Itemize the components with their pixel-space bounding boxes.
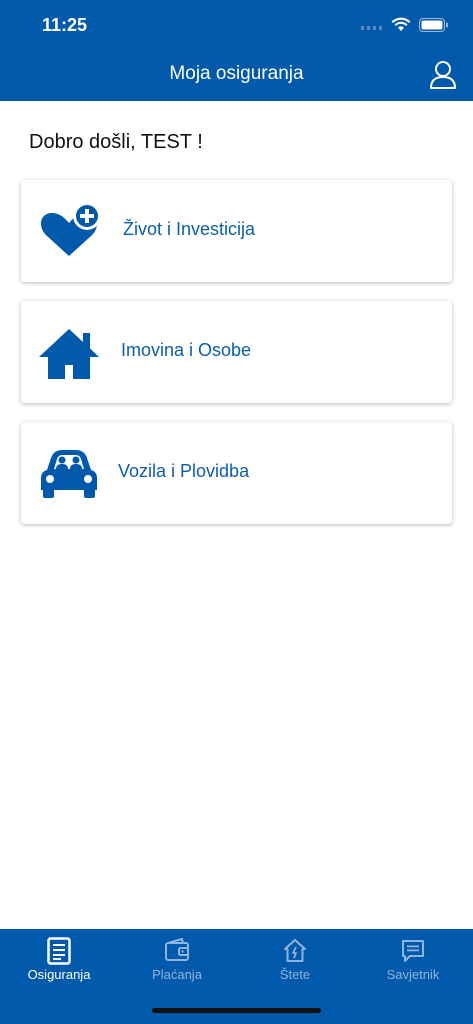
category-card-life-investment[interactable]: Život i Investicija [21,180,452,282]
battery-icon [419,17,448,32]
wifi-icon [391,17,411,31]
tab-label: Štete [279,967,311,982]
category-card-property-persons[interactable]: Imovina i Osobe [21,301,452,403]
tab-placanja[interactable]: Plaćanja [118,929,236,989]
wallet-icon [165,937,189,961]
signal-icon [361,25,382,30]
category-label: Život i Investicija [123,219,256,239]
tab-label: Osiguranja [27,967,91,982]
profile-button[interactable] [429,60,457,90]
tab-label: Savjetnik [386,967,440,982]
status-bar: 11:25 [0,0,473,50]
user-icon [430,61,456,89]
app-header: 11:25 Moja osiguranja [0,0,473,101]
tab-savjetnik[interactable]: Savjetnik [354,929,472,989]
home-indicator [152,1008,321,1013]
tab-osiguranja[interactable]: Osiguranja [0,929,118,989]
car-icon [41,450,97,498]
tab-label: Plaćanja [152,967,202,982]
status-icons [361,17,449,32]
chat-icon [402,940,424,962]
category-card-vehicles-boating[interactable]: Vozila i Plovidba [21,422,452,524]
document-icon [47,937,71,965]
category-label: Vozila i Plovidba [118,461,250,481]
house-claim-icon [284,939,306,962]
tab-stete[interactable]: Štete [236,929,354,989]
status-time: 11:25 [42,15,88,35]
greeting-text: Dobro došli, TEST ! [29,131,203,153]
page-title: Moja osiguranja [169,63,304,84]
house-icon [39,329,99,379]
heart-plus-icon [40,204,101,256]
category-label: Imovina i Osobe [121,340,252,360]
